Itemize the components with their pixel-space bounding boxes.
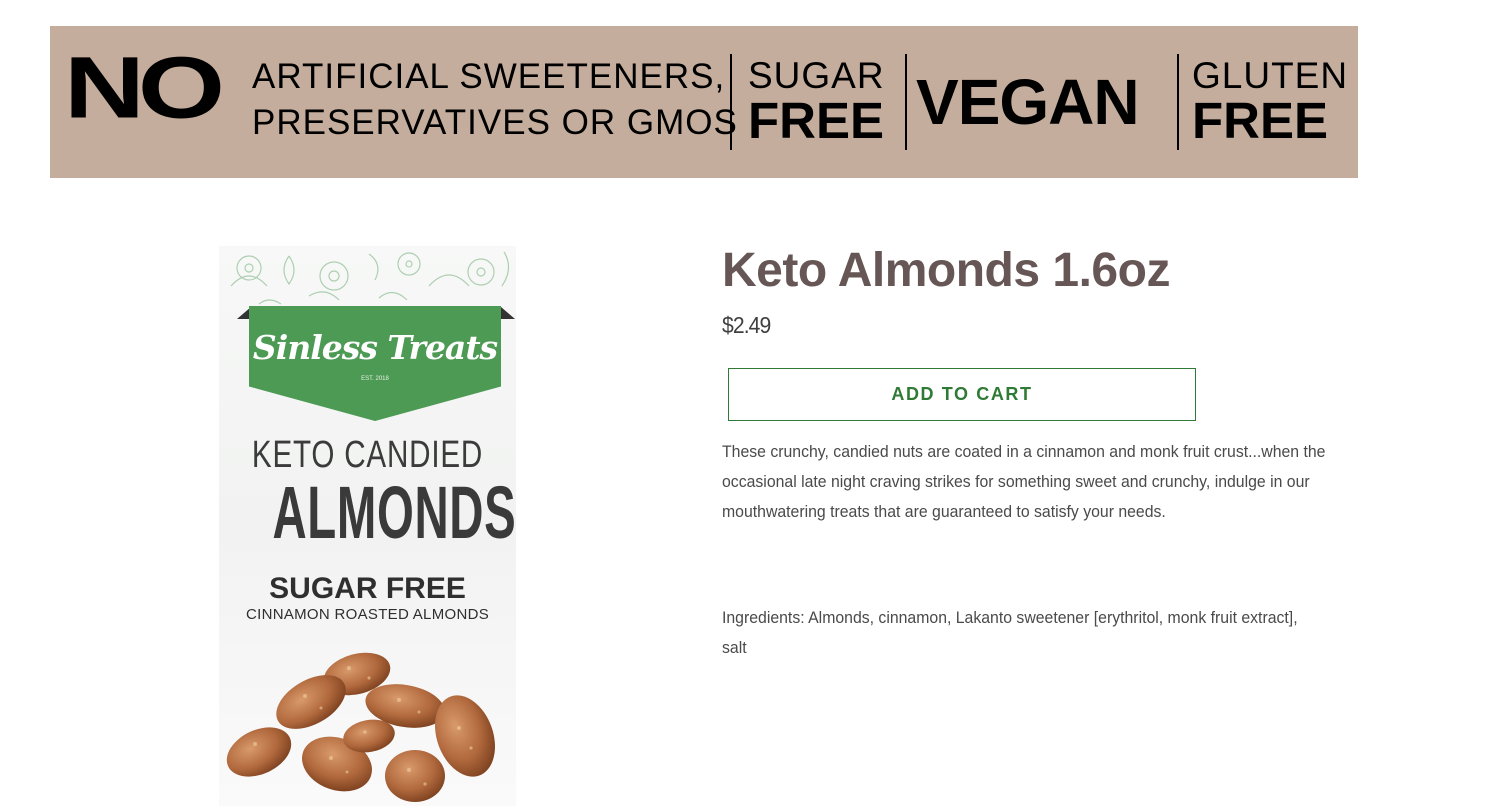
product-title: Keto Almonds 1.6oz [722, 244, 1170, 297]
banner-line-1: ARTIFICIAL SWEETENERS, [252, 57, 726, 96]
product-image[interactable]: Sinless Treats EST. 2018 KETO CANDIED AL… [219, 246, 516, 806]
product-ingredients: Ingredients: Almonds, cinnamon, Lakanto … [722, 608, 1298, 657]
product-description: These crunchy, candied nuts are coated i… [722, 442, 1326, 521]
brand-est: EST. 2018 [361, 376, 389, 382]
package-line-4: CINNAMON ROASTED ALMONDS [245, 606, 490, 623]
banner-divider [905, 54, 907, 150]
banner-divider [730, 54, 732, 150]
banner-sugar-free: SUGAR FREE [748, 55, 885, 149]
banner-gluten-label: GLUTEN [1192, 55, 1349, 96]
banner-divider [1177, 54, 1179, 150]
banner-line-2: PRESERVATIVES OR GMOS [252, 103, 738, 142]
banner-sugar-free-label: FREE [748, 92, 885, 149]
package-line-3: SUGAR FREE [269, 572, 466, 605]
label-ribbon-right [501, 307, 515, 319]
banner-gluten-free: GLUTEN FREE [1192, 55, 1349, 149]
promo-banner: NO ARTIFICIAL SWEETENERS, PRESERVATIVES … [50, 26, 1358, 178]
package-line-2: ALMONDS [272, 471, 516, 554]
floral-pattern [230, 251, 510, 305]
product-price: $2.49 [722, 312, 771, 338]
banner-vegan: VEGAN [916, 66, 1140, 138]
brand-label: Sinless Treats EST. 2018 [249, 306, 501, 421]
label-ribbon-left [237, 307, 251, 319]
banner-sugar-label: SUGAR [748, 55, 885, 96]
brand-logo: Sinless Treats [252, 328, 498, 367]
banner-gluten-free-label: FREE [1192, 92, 1329, 149]
add-to-cart-button[interactable]: ADD TO CART [728, 368, 1196, 421]
banner-claims: ARTIFICIAL SWEETENERS, PRESERVATIVES OR … [252, 54, 738, 146]
almonds-photo [226, 652, 495, 802]
banner-no-text: NO [64, 38, 225, 137]
